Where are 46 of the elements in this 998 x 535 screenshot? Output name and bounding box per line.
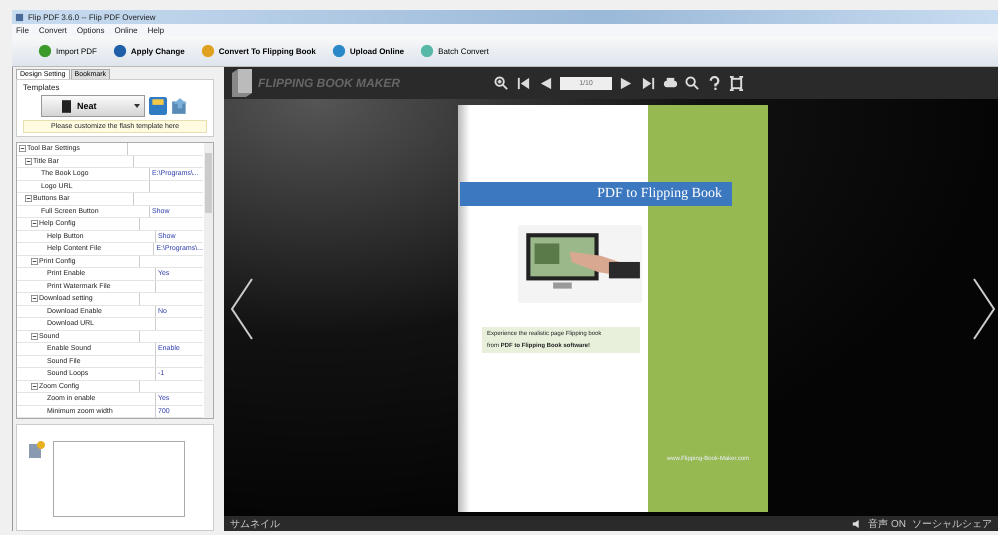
export-icon[interactable] [171, 97, 189, 115]
menu-item[interactable]: File [16, 26, 29, 34]
print-icon[interactable] [663, 76, 678, 90]
first-page-icon[interactable] [516, 76, 531, 90]
collapse-icon[interactable] [31, 295, 38, 302]
book-logo-icon [232, 69, 252, 97]
toolbar-icon [112, 44, 127, 58]
search-icon[interactable] [685, 76, 700, 90]
sound-toggle[interactable]: 音声 ON [868, 516, 906, 530]
brand-text: FLIPPING BOOK MAKER [258, 76, 402, 90]
collapse-icon[interactable] [25, 158, 32, 165]
toolbar-icon [38, 44, 52, 58]
collapse-icon[interactable] [31, 332, 38, 340]
thumbnail-button[interactable]: サムネイル [230, 516, 280, 530]
toolbar-icon [200, 44, 215, 58]
collapse-icon[interactable] [19, 145, 26, 152]
collapse-icon[interactable] [31, 220, 38, 228]
templates-label: Templates [23, 83, 60, 92]
note-icon [29, 441, 45, 459]
menu-item[interactable]: Convert [38, 26, 67, 34]
scrollbar[interactable] [204, 143, 213, 418]
collapse-icon[interactable] [31, 382, 38, 390]
last-page-icon[interactable] [641, 76, 656, 90]
toolbar-button[interactable]: Upload Online [326, 42, 410, 60]
menu-item[interactable]: Help [148, 26, 164, 34]
toolbar-button[interactable]: Batch Convert [414, 42, 495, 60]
share-button[interactable]: ソーシャルシェア [912, 516, 992, 530]
menu-item[interactable]: Options [76, 26, 104, 34]
toolbar-icon [332, 44, 346, 58]
zoom-in-icon[interactable] [494, 76, 509, 90]
toolbar-button[interactable]: Import PDF [32, 42, 103, 60]
save-icon[interactable] [149, 97, 167, 115]
help-icon[interactable] [707, 76, 722, 90]
app-icon [15, 12, 24, 22]
fullscreen-icon[interactable] [729, 76, 744, 90]
toolbar-button[interactable]: Apply Change [106, 42, 191, 60]
book-icon [62, 100, 71, 112]
caret-icon [134, 104, 140, 108]
book-title: PDF to Flipping Book [597, 186, 722, 202]
window-title: Flip PDF 3.6.0 -- Flip PDF Overview [28, 12, 156, 22]
template-dropdown[interactable]: Neat [41, 95, 145, 117]
collapse-icon[interactable] [25, 195, 32, 202]
menu-item[interactable]: Online [114, 26, 138, 34]
toolbar-icon [420, 44, 434, 58]
toolbar-button[interactable]: Convert To Flipping Book [194, 42, 322, 60]
collapse-icon[interactable] [31, 258, 38, 265]
